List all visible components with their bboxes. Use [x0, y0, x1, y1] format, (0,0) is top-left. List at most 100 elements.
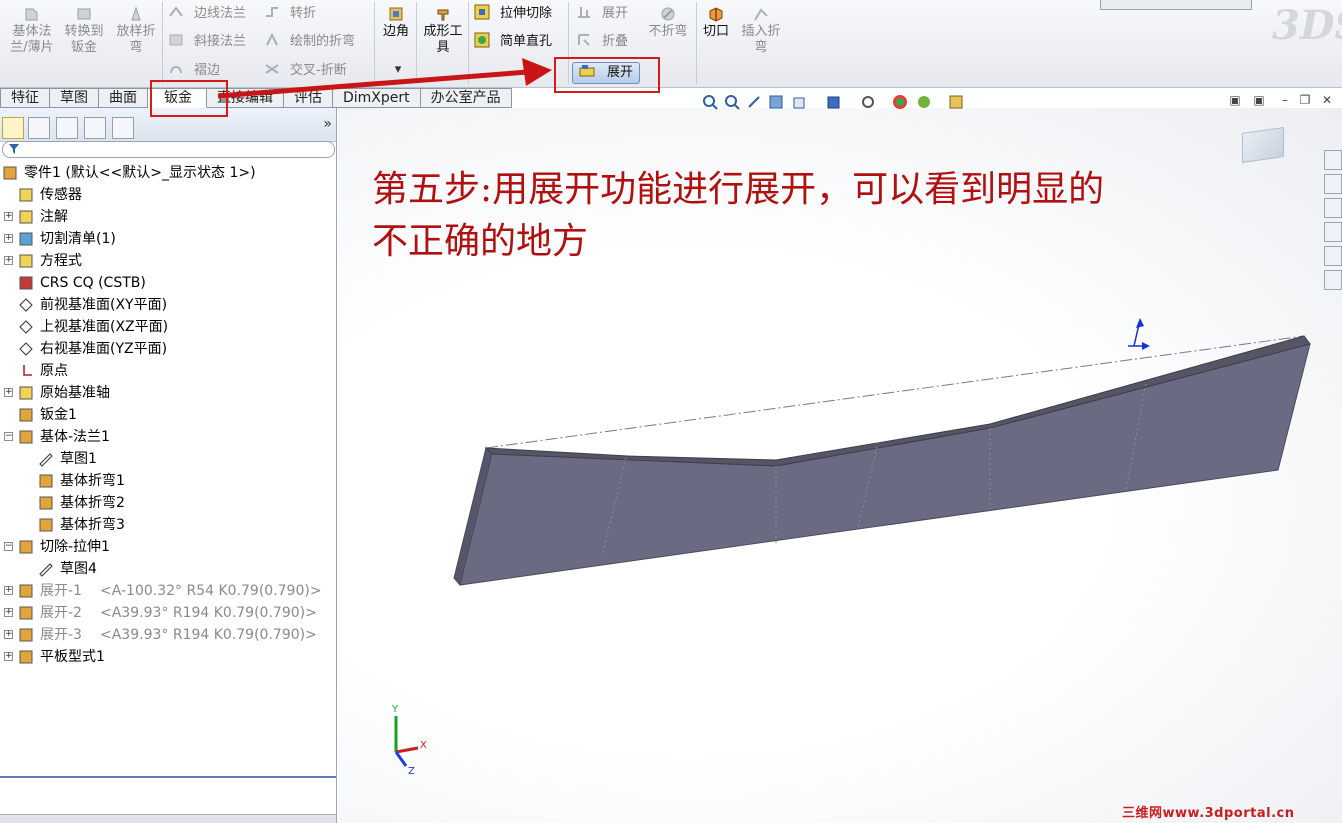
unfolded-sheet-metal-model[interactable]	[338, 108, 1342, 823]
miter-flange-button[interactable]: 斜接法兰	[168, 32, 246, 52]
tree-item[interactable]: + 平板型式1	[0, 646, 336, 668]
tree-item[interactable]: − 基体-法兰1	[0, 426, 336, 448]
tree-item[interactable]: 上视基准面(XZ平面)	[0, 316, 336, 338]
task-search-icon[interactable]	[1324, 222, 1342, 242]
tab-features[interactable]: 特征	[0, 88, 50, 108]
part-icon	[3, 166, 17, 180]
tree-item[interactable]: 基体折弯1	[0, 470, 336, 492]
base-flange-button[interactable]: 基体法兰/薄片	[8, 6, 56, 56]
display-style-icon[interactable]	[826, 94, 842, 110]
jog-button[interactable]: 转折	[264, 4, 316, 24]
expand-toggle-icon[interactable]: +	[4, 608, 13, 617]
extruded-cut-button[interactable]: 拉伸切除	[474, 4, 552, 24]
tree-item[interactable]: 草图4	[0, 558, 336, 580]
zoom-area-icon[interactable]	[724, 94, 740, 110]
tree-item[interactable]: 基体折弯2	[0, 492, 336, 514]
cascade-icon[interactable]: ▣	[1252, 94, 1266, 108]
view-orientation-icon[interactable]	[792, 94, 808, 110]
top-quick-access[interactable]	[1100, 0, 1252, 10]
simple-hole-icon	[474, 32, 490, 48]
apply-scene-icon[interactable]	[916, 94, 932, 110]
tab-dimxpert[interactable]: DimXpert	[333, 88, 421, 108]
dimxpert-manager-tab-icon[interactable]	[84, 117, 106, 139]
simple-hole-button[interactable]: 简单直孔	[474, 32, 552, 52]
tree-item[interactable]: + 切割清单(1)	[0, 228, 336, 250]
task-properties-icon[interactable]	[1324, 270, 1342, 290]
edit-appearance-icon[interactable]	[892, 94, 908, 110]
unfold-button-disabled[interactable]: 展开	[576, 4, 628, 24]
model-main-face[interactable]	[459, 343, 1311, 586]
tab-sketch[interactable]: 草图	[50, 88, 99, 108]
tree-item[interactable]: CRS CQ (CSTB)	[0, 272, 336, 294]
tree-item-label: 基体折弯3	[60, 517, 125, 533]
tree-item[interactable]: 草图1	[0, 448, 336, 470]
feature-tree-filter[interactable]	[2, 141, 335, 158]
task-appearance-icon[interactable]	[1324, 246, 1342, 266]
tree-item[interactable]: + 展开-3 <A39.93° R194 K0.79(0.790)>	[0, 624, 336, 646]
tab-office-products[interactable]: 办公室产品	[420, 88, 512, 108]
expand-toggle-icon[interactable]: +	[4, 586, 13, 595]
graphics-viewport[interactable]: 第五步:用展开功能进行展开，可以看到明显的 不正确的地方 Y X Z	[338, 108, 1342, 823]
feature-manager-tab-icon[interactable]	[2, 117, 24, 139]
expand-toggle-icon[interactable]: +	[4, 630, 13, 639]
task-library-icon[interactable]	[1324, 174, 1342, 194]
tree-item[interactable]: + 方程式	[0, 250, 336, 272]
task-home-icon[interactable]	[1324, 150, 1342, 170]
display-manager-tab-icon[interactable]	[112, 117, 134, 139]
insert-bends-button[interactable]: 插入折弯	[738, 6, 784, 56]
tree-item[interactable]: 原点	[0, 360, 336, 382]
highlight-sheet-metal-tab	[150, 80, 228, 117]
coordinate-marker-icon	[1128, 318, 1150, 350]
expand-toggle-icon[interactable]: +	[4, 212, 13, 221]
tree-item[interactable]: + 展开-1 <A-100.32° R54 K0.79(0.790)>	[0, 580, 336, 602]
tab-evaluate[interactable]: 评估	[284, 88, 333, 108]
convert-to-sheet-metal-button[interactable]: 转换到钣金	[62, 6, 106, 56]
tree-item[interactable]: + 原始基准轴	[0, 382, 336, 404]
property-manager-tab-icon[interactable]	[28, 117, 50, 139]
ds-logo: 3DS	[1272, 2, 1342, 49]
corners-dropdown-arrow[interactable]: ▾	[388, 62, 408, 78]
sketched-bend-button[interactable]: 绘制的折弯	[264, 32, 355, 52]
forming-tool-button[interactable]: 成形工具	[420, 6, 466, 56]
expand-toggle-icon[interactable]: +	[4, 234, 13, 243]
cross-break-button[interactable]: 交叉-折断	[264, 61, 347, 81]
section-view-icon[interactable]	[768, 94, 784, 110]
view-settings-icon[interactable]	[948, 94, 964, 110]
expand-toggle-icon[interactable]: −	[4, 542, 13, 551]
corners-button[interactable]: 边角	[378, 6, 414, 40]
expand-toggle-icon[interactable]: −	[4, 432, 13, 441]
hide-show-items-icon[interactable]	[860, 94, 876, 110]
tab-surfaces[interactable]: 曲面	[99, 88, 148, 108]
expand-toggle-icon[interactable]: +	[4, 256, 13, 265]
rip-button[interactable]: 切口	[700, 6, 732, 40]
tree-item[interactable]: 钣金1	[0, 404, 336, 426]
tile-icon[interactable]: ▣	[1228, 94, 1242, 108]
tree-item[interactable]: 前视基准面(XY平面)	[0, 294, 336, 316]
tree-item[interactable]: 零件1 (默认<<默认>_显示状态 1>)	[0, 162, 336, 184]
edge-flange-button[interactable]: 边线法兰	[168, 4, 246, 24]
tree-item[interactable]: 基体折弯3	[0, 514, 336, 536]
minimize-icon[interactable]: –	[1278, 94, 1292, 108]
hem-button[interactable]: 褶边	[168, 61, 220, 81]
panel-bottom-tabs[interactable]	[0, 814, 336, 823]
view-cube-icon[interactable]	[1242, 127, 1284, 163]
expand-toggle-icon[interactable]: +	[4, 388, 13, 397]
no-bends-button[interactable]: 不折弯	[644, 6, 692, 40]
tree-item[interactable]: + 注解	[0, 206, 336, 228]
previous-view-icon[interactable]	[746, 94, 762, 110]
expand-toggle-icon[interactable]: +	[4, 652, 13, 661]
task-file-explorer-icon[interactable]	[1324, 198, 1342, 218]
restore-icon[interactable]: ❐	[1298, 94, 1312, 108]
tree-item[interactable]: − 切除-拉伸1	[0, 536, 336, 558]
tree-item[interactable]: 传感器	[0, 184, 336, 206]
tree-item[interactable]: 右视基准面(YZ平面)	[0, 338, 336, 360]
tree-item[interactable]: + 展开-2 <A39.93° R194 K0.79(0.790)>	[0, 602, 336, 624]
close-icon[interactable]: ✕	[1320, 94, 1334, 108]
no-bends-icon	[661, 7, 675, 21]
lofted-bend-button[interactable]: 放样折弯	[114, 6, 158, 56]
panel-more-chevron-icon[interactable]: »	[323, 116, 332, 132]
zoom-to-fit-icon[interactable]	[702, 94, 718, 110]
fold-button[interactable]: 折叠	[576, 32, 628, 52]
configuration-manager-tab-icon[interactable]	[56, 117, 78, 139]
hem-icon	[170, 66, 182, 74]
